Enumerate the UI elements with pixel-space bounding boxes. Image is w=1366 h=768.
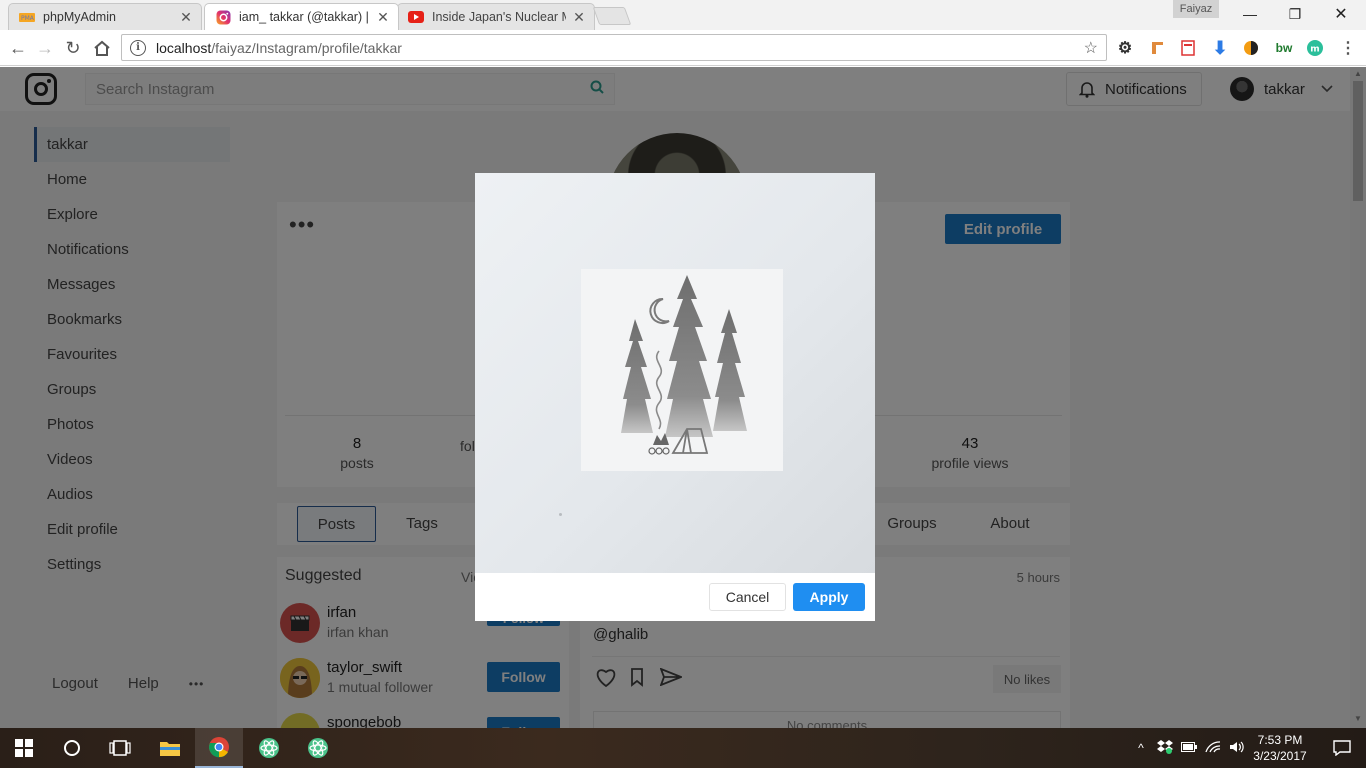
camping-trees-illustration [621, 275, 747, 455]
close-icon[interactable]: ✕ [376, 9, 390, 26]
new-tab-button[interactable] [592, 7, 632, 25]
tab-phpmyadmin[interactable]: PMA phpMyAdmin ✕ [8, 3, 202, 30]
close-icon[interactable]: ✕ [179, 9, 193, 26]
tab-title: phpMyAdmin [43, 10, 116, 24]
restore-icon[interactable]: ❐ [1272, 0, 1318, 28]
cancel-button[interactable]: Cancel [709, 583, 786, 611]
svg-text:m: m [1310, 45, 1319, 55]
browser-menu-icon[interactable]: ⋮ [1338, 38, 1358, 58]
extension-m-icon[interactable]: m [1305, 38, 1325, 58]
url-host: localhost [156, 39, 212, 56]
wifi-icon[interactable] [1201, 740, 1225, 756]
system-tray: ^ [1133, 728, 1249, 768]
minimize-icon[interactable]: — [1227, 0, 1273, 28]
chrome-icon[interactable] [195, 728, 243, 768]
modal-footer: Cancel Apply [475, 573, 875, 621]
info-icon[interactable]: i [130, 39, 146, 56]
atom-editor-icon[interactable] [245, 728, 293, 768]
bookmark-star-icon[interactable]: ☆ [1084, 38, 1098, 58]
svg-text:PMA: PMA [21, 15, 35, 22]
url-text: localhost/faiyaz/Instagram/profile/takka… [156, 40, 1084, 56]
tab-title: iam_ takkar (@takkar) | In [239, 10, 370, 24]
download-arrow-icon[interactable]: ⬇ [1210, 38, 1230, 58]
forward-arrow-icon[interactable]: → [33, 36, 57, 60]
back-arrow-icon[interactable]: ← [6, 36, 30, 60]
browser-toolbar: ← → ↻ i localhost/faiyaz/Instagram/profi… [0, 30, 1366, 66]
browser-tab-strip: PMA phpMyAdmin ✕ iam_ takkar (@takkar) |… [0, 0, 1366, 30]
image-preview [475, 173, 875, 573]
windows-start-icon[interactable] [0, 728, 48, 768]
address-bar[interactable]: i localhost/faiyaz/Instagram/profile/tak… [121, 34, 1107, 61]
clock-date: 3/23/2017 [1253, 749, 1307, 763]
url-path: /faiyaz/Instagram/profile/takkar [211, 39, 402, 56]
file-explorer-icon[interactable] [146, 728, 194, 768]
extension-orange-icon[interactable] [1241, 38, 1261, 58]
tray-chevron-up-icon[interactable]: ^ [1133, 741, 1149, 755]
windows-taskbar: ^ 7:53 PM 3/23/2017 [0, 728, 1366, 768]
action-center-icon[interactable] [1318, 728, 1366, 768]
tab-title: Inside Japan's Nuclear M [432, 10, 566, 24]
dropbox-icon[interactable] [1153, 739, 1177, 757]
window-close-icon[interactable]: ✕ [1318, 0, 1364, 28]
browser-profile-chip[interactable]: Faiyaz [1173, 0, 1219, 18]
home-icon[interactable] [90, 36, 114, 60]
tab-youtube[interactable]: Inside Japan's Nuclear M ✕ [397, 3, 595, 30]
phpmyadmin-icon: PMA [19, 9, 35, 25]
extension-pdf-icon[interactable] [1178, 38, 1198, 58]
taskbar-clock[interactable]: 7:53 PM 3/23/2017 [1245, 732, 1315, 764]
drawing-paper [581, 269, 783, 471]
settings-gear-icon[interactable]: ⚙ [1115, 38, 1135, 58]
clock-time: 7:53 PM [1257, 733, 1303, 747]
apply-button[interactable]: Apply [793, 583, 865, 611]
atom-editor-icon-2[interactable] [294, 728, 342, 768]
task-view-icon[interactable] [96, 728, 144, 768]
close-icon[interactable]: ✕ [572, 9, 586, 26]
instagram-icon [215, 9, 231, 25]
extension-bw-icon[interactable]: bw [1274, 38, 1294, 58]
tab-instagram[interactable]: iam_ takkar (@takkar) | In ✕ [204, 3, 399, 30]
image-preview-modal: Cancel Apply [475, 173, 875, 621]
reload-icon[interactable]: ↻ [61, 36, 85, 60]
cortana-search-icon[interactable] [48, 728, 96, 768]
extension-bookmark-icon[interactable] [1147, 38, 1167, 58]
battery-icon[interactable] [1177, 741, 1201, 755]
youtube-icon [408, 9, 424, 25]
paper-speck [559, 513, 562, 516]
